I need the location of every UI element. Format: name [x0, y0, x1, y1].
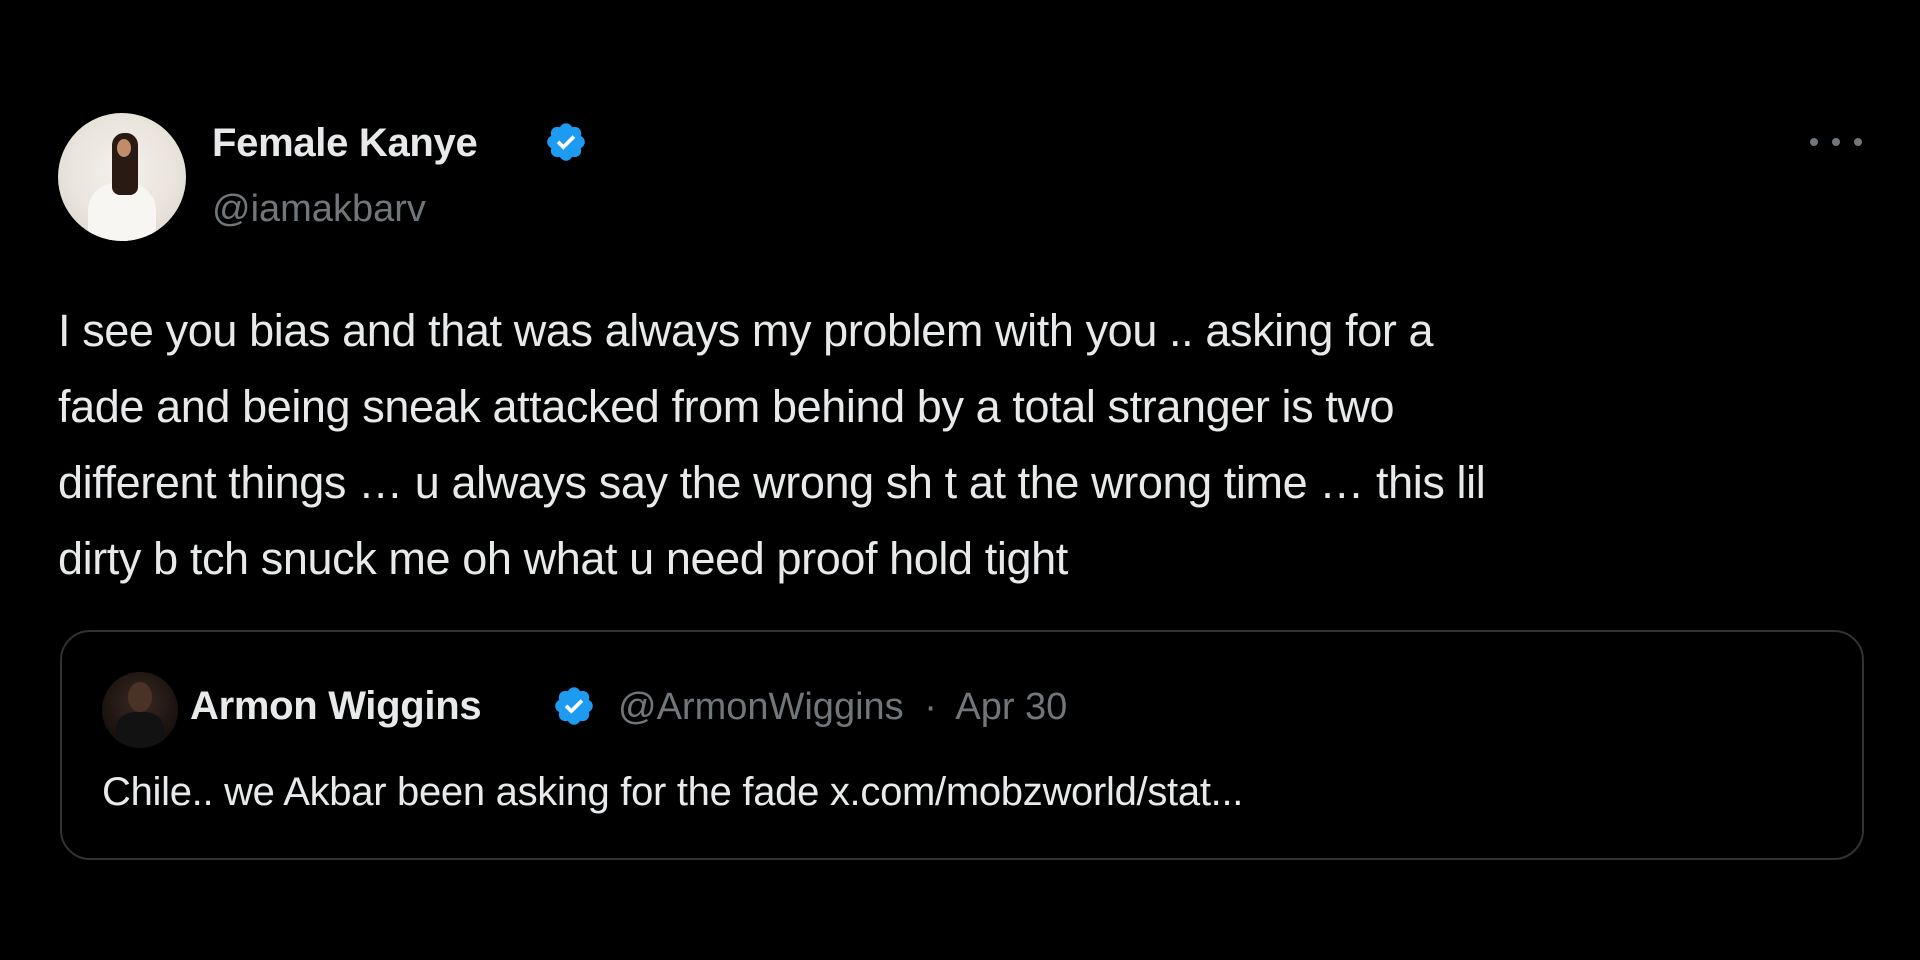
author-handle[interactable]: @iamakbarv — [212, 188, 426, 231]
avatar-figure-face — [117, 139, 131, 157]
author-avatar[interactable] — [58, 113, 186, 241]
quoted-author-display-name[interactable]: Armon Wiggins — [190, 684, 482, 729]
tweet-text-line: different things … u always say the wron… — [58, 457, 1486, 508]
quoted-author-handle[interactable]: @ArmonWiggins — [618, 686, 904, 728]
more-options-icon-dot — [1832, 138, 1840, 146]
verified-badge-icon — [555, 687, 593, 725]
meta-separator: · — [924, 686, 937, 728]
quoted-tweet-text: Chile.. we Akbar been asking for the fad… — [102, 770, 1244, 814]
quoted-author-meta: @ArmonWiggins · Apr 30 — [618, 686, 1067, 729]
quoted-author-avatar[interactable] — [102, 672, 178, 748]
quoted-avatar-figure-head — [128, 682, 152, 712]
more-options-icon-dot — [1810, 138, 1818, 146]
quoted-avatar-figure-body — [116, 712, 164, 748]
quoted-tweet-card[interactable]: Armon Wiggins @ArmonWiggins · Apr 30 Chi… — [60, 630, 1864, 860]
tweet-card: Female Kanye @iamakbarv I see you bias a… — [0, 0, 1920, 960]
verified-badge-icon — [547, 123, 585, 161]
more-options-button[interactable] — [1810, 130, 1862, 154]
tweet-text-line: dirty b tch snuck me oh what u need proo… — [58, 533, 1068, 584]
more-options-icon-dot — [1854, 138, 1862, 146]
quoted-tweet-date[interactable]: Apr 30 — [955, 686, 1067, 728]
tweet-body-text: I see you bias and that was always my pr… — [58, 293, 1858, 597]
author-display-name[interactable]: Female Kanye — [212, 121, 478, 166]
tweet-text-line: fade and being sneak attacked from behin… — [58, 381, 1395, 432]
tweet-text-line: I see you bias and that was always my pr… — [58, 305, 1434, 356]
